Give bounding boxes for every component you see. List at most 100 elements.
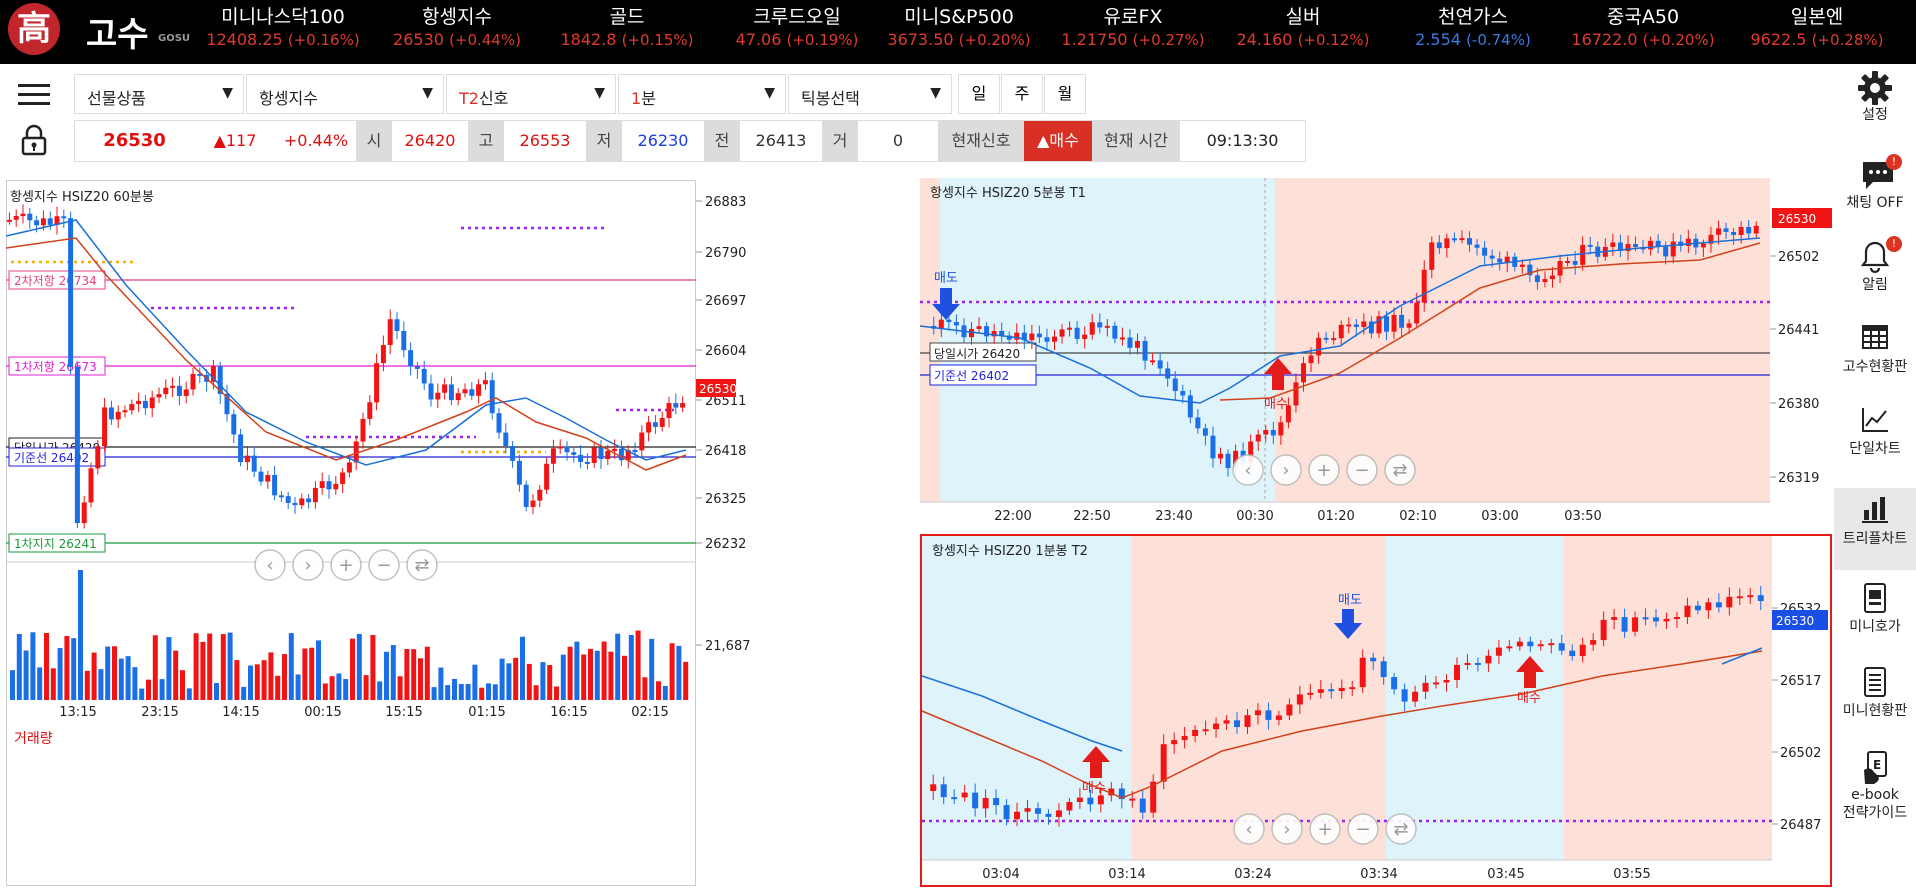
- volume-bar: [540, 662, 546, 700]
- lock-icon[interactable]: [20, 124, 48, 156]
- y-tick-label: 26883: [705, 195, 746, 210]
- ticker-item[interactable]: 항셍지수 26530 (+0.44%): [372, 0, 542, 64]
- tab-month[interactable]: 월: [1044, 74, 1086, 114]
- volume-bar: [479, 687, 485, 700]
- ticker-item[interactable]: 유로FX 1.21750 (+0.27%): [1048, 0, 1218, 64]
- instrument-select[interactable]: 항셍지수 ▼: [246, 74, 444, 114]
- candle-t2: [1558, 643, 1565, 651]
- product-select[interactable]: 선물상품 ▼: [74, 74, 244, 114]
- candle-t2: [1014, 811, 1021, 820]
- chart-t2-nav-icon: +: [1317, 819, 1332, 840]
- volume-bar: [499, 658, 505, 700]
- candle-t1: [1746, 226, 1752, 234]
- volume-bar: [234, 660, 240, 700]
- candle-60min: [244, 455, 250, 463]
- sidebar-item-label: 미니현황판: [1834, 702, 1916, 720]
- volume-bar: [404, 648, 410, 700]
- sidebar-label-text: 설정: [1862, 107, 1888, 123]
- volume-bar: [261, 660, 267, 700]
- candle-t1: [1180, 391, 1186, 396]
- candle-60min: [680, 403, 686, 408]
- candle-t2: [1296, 694, 1303, 705]
- ticker-price-line: 1842.8 (+0.15%): [542, 30, 712, 49]
- volume-bar: [186, 688, 192, 700]
- level-label: 당일시가 26420: [934, 347, 1020, 361]
- sidebar-item-6[interactable]: 트리플차트: [1834, 488, 1916, 570]
- candle-60min: [591, 447, 597, 464]
- volume-bar: [254, 664, 260, 700]
- ticker-item[interactable]: 미니나스닥100 12408.25 (+0.16%): [198, 0, 368, 64]
- ticker-item[interactable]: 중국A50 16722.0 (+0.20%): [1558, 0, 1728, 64]
- sidebar-item-2[interactable]: ! 채팅 OFF: [1834, 152, 1916, 234]
- sidebar-item-3[interactable]: ! 알림: [1834, 234, 1916, 316]
- interval-prefix: 1: [631, 89, 642, 108]
- chart-t1[interactable]: 26502 26441 26380 26319 당일시가 26420 기준선 26402 매…: [919, 178, 1834, 528]
- chart-60min[interactable]: 26883 26790 26697 26604 26511 26418 26325 26232…: [5, 180, 852, 887]
- sidebar-item-9[interactable]: Ee-book 전략가이드: [1834, 744, 1916, 826]
- ticker-change: (+0.15%): [621, 31, 694, 49]
- chart-60min-svg[interactable]: 2688326790266972660426511264182632526232…: [5, 180, 852, 887]
- tab-day[interactable]: 일: [958, 74, 1000, 114]
- sidebar-item-5[interactable]: 단일차트: [1834, 398, 1916, 480]
- candle-60min: [340, 472, 346, 484]
- sidebar-item-8[interactable]: 미니현황판: [1834, 660, 1916, 742]
- x-tick-label: 03:50: [1564, 509, 1601, 524]
- chevron-down-icon: ▼: [930, 85, 941, 101]
- ticker-change: (+0.16%): [287, 31, 360, 49]
- candle-60min: [537, 489, 543, 501]
- candle-t1: [1580, 244, 1586, 265]
- sidebar-item-1[interactable]: 설정: [1834, 64, 1916, 146]
- gosu-logo[interactable]: 高 고수 GOSU: [6, 3, 190, 59]
- candle-60min: [6, 219, 12, 222]
- ticker-price: 26530: [393, 30, 444, 49]
- candle-60min: [258, 471, 264, 482]
- candle-60min: [401, 330, 407, 351]
- candle-t2: [1443, 679, 1450, 683]
- ticker-item[interactable]: 일본엔 9622.5 (+0.28%): [1732, 0, 1902, 64]
- chart-t2-nav-icon: −: [1355, 819, 1370, 840]
- candle-60min: [530, 500, 536, 507]
- quote-price: 26530: [74, 120, 194, 162]
- menu-button[interactable]: [0, 74, 68, 116]
- open-value: 26420: [392, 120, 468, 162]
- buy-marker-label: 매수: [1517, 691, 1541, 706]
- volume-bar: [248, 665, 253, 700]
- candle-t2: [1066, 801, 1073, 811]
- candle-t1: [1429, 242, 1435, 270]
- candle-60min: [40, 218, 46, 226]
- logo-name: 고수: [86, 15, 149, 55]
- y-tick-label: 26790: [705, 246, 746, 261]
- ticker-name: 항셍지수: [422, 6, 492, 28]
- ticker-item[interactable]: 크루드오일 47.06 (+0.19%): [712, 0, 882, 64]
- volume-bar: [200, 641, 206, 700]
- candle-t1: [1565, 260, 1571, 263]
- volume-bar: [472, 664, 478, 700]
- ticker-item[interactable]: 천연가스 2.554 (-0.74%): [1388, 0, 1558, 64]
- tab-week[interactable]: 주: [1001, 74, 1043, 114]
- candle-60min: [47, 218, 53, 225]
- candle-t1: [1391, 314, 1397, 332]
- volume-bar: [78, 570, 83, 700]
- ticker-item[interactable]: 실버 24.160 (+0.12%): [1218, 0, 1388, 64]
- chart-t2[interactable]: 26532 26517 26502 26487 매도 매수 매수 26530 ‹ › + − ⇄ 03:0…: [920, 534, 1832, 887]
- chart-t1-nav-icon: ‹: [1244, 460, 1251, 481]
- candle-t1: [946, 319, 952, 323]
- right-sidebar: 설정 ! 채팅 OFF! 알림 고수현황판단일차트트리플차트 미니호가미니현황판 Ee-bo…: [1834, 64, 1916, 887]
- volume-bar: [601, 641, 607, 700]
- ticker-name: 천연가스: [1438, 6, 1508, 28]
- candle-60min: [673, 403, 679, 408]
- sidebar-item-7[interactable]: 미니호가: [1834, 576, 1916, 658]
- ticker-item[interactable]: 미니S&P500 3673.50 (+0.20%): [874, 0, 1044, 64]
- sidebar-item-4[interactable]: 고수현황판: [1834, 316, 1916, 398]
- chart-t1-nav-icon: ⇄: [1392, 460, 1407, 481]
- signal-suffix: 신호: [478, 89, 509, 108]
- interval-select[interactable]: 1분 ▼: [618, 74, 786, 114]
- sidebar-label-text: 단일차트: [1849, 441, 1901, 457]
- chart-t2-svg[interactable]: 26532265172650226487매도매수매수26530‹ › + − ⇄03:0…: [921, 536, 1830, 885]
- ticker-item[interactable]: 골드 1842.8 (+0.15%): [542, 0, 712, 64]
- candle-60min: [170, 385, 176, 388]
- chart-t1-svg[interactable]: 26502 26441 26380 26319 당일시가 26420 기준선 26402 매…: [919, 178, 1834, 528]
- signal-select[interactable]: T2신호 ▼: [446, 74, 616, 114]
- candle-60min: [61, 216, 67, 219]
- tick-select[interactable]: 틱봉선택 ▼: [788, 74, 952, 114]
